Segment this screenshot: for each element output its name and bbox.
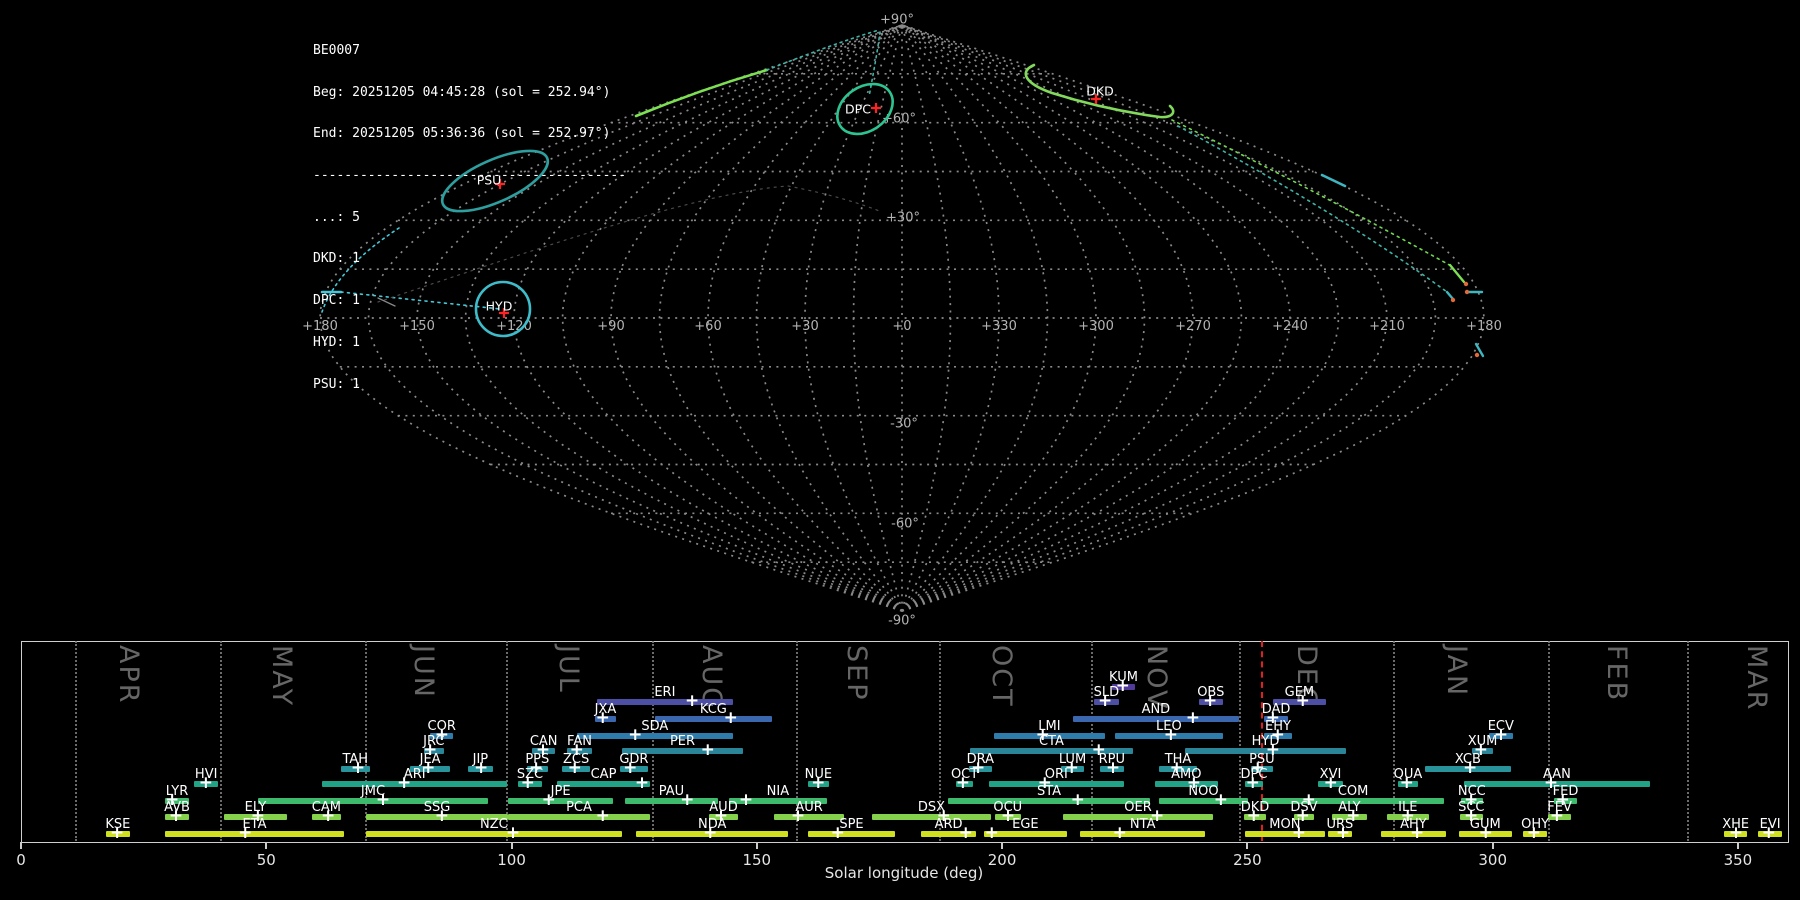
peak-marker: +	[830, 823, 845, 844]
peak-marker: +	[1526, 823, 1542, 844]
axis-tick	[1491, 842, 1494, 849]
axis-tick	[1001, 842, 1004, 849]
shower-label: COM	[1337, 784, 1369, 799]
month-label: JUL	[552, 645, 584, 694]
peak-marker: +	[811, 773, 826, 794]
timeline-plot: APR MAY JUN JUL AUG SEP OCT NOV DEC JAN FEB MAR KUM +…	[0, 0, 1800, 900]
axis-tick-label: 50	[256, 851, 276, 869]
axis-tick-label: 350	[1723, 851, 1753, 869]
shower-label: CTA	[1038, 734, 1064, 749]
peak-marker: +	[1291, 823, 1307, 844]
peak-marker: +	[168, 806, 184, 827]
month-boundary-line	[75, 641, 77, 841]
shower-label: AUR	[795, 800, 823, 815]
month-label: JUN	[407, 645, 439, 699]
peak-marker: +	[628, 725, 643, 746]
peak-marker: +	[1112, 823, 1127, 844]
month-label: APR	[112, 645, 144, 705]
peak-marker: +	[109, 823, 125, 844]
peak-marker: +	[984, 823, 999, 844]
shower-label: ARI	[403, 767, 426, 782]
month-boundary-line	[506, 641, 509, 841]
peak-marker: +	[703, 823, 718, 844]
shower-label: ORI	[1044, 767, 1068, 782]
axis-tick	[20, 842, 22, 849]
axis-tick-label: 250	[1233, 851, 1262, 869]
peak-marker: +	[595, 708, 610, 729]
peak-marker: +	[790, 806, 806, 827]
peak-marker: +	[1409, 823, 1425, 844]
peak-marker: +	[375, 790, 391, 811]
peak-marker: +	[1097, 691, 1113, 712]
peak-marker: +	[595, 806, 610, 827]
month-boundary-line	[364, 641, 367, 841]
radiant-map-app: +180 +150 +120 +90 +60 +30 +0 +330 +300 +270 +240 +…	[0, 0, 1800, 900]
shower-label: JPE	[550, 784, 571, 799]
x-axis-title: Solar longitude (deg)	[824, 864, 984, 882]
shower-label: EGE	[1012, 817, 1039, 832]
peak-marker: +	[434, 806, 450, 827]
axis-tick	[510, 842, 513, 849]
axis-tick-label: 300	[1478, 851, 1507, 869]
peak-marker: +	[958, 823, 973, 844]
month-label: FEB	[1600, 645, 1632, 703]
shower-label: DSX	[917, 800, 946, 815]
peak-marker: +	[700, 740, 715, 761]
shower-label: CAP	[590, 767, 617, 782]
month-label: MAY	[266, 645, 297, 708]
shower-label: ETA	[242, 817, 267, 832]
month-label: SEP	[840, 645, 872, 702]
axis-tick-label: 100	[497, 851, 526, 869]
peak-marker: +	[473, 758, 489, 779]
peak-marker: +	[1761, 823, 1776, 844]
peak-marker: +	[238, 823, 253, 844]
axis-tick	[1736, 842, 1739, 849]
peak-marker: +	[955, 773, 971, 794]
axis-tick	[1246, 842, 1249, 849]
axis-tick-label: 0	[16, 851, 26, 869]
peak-marker: +	[680, 790, 695, 811]
peak-marker: +	[1202, 691, 1218, 712]
shower-label: AND	[1141, 702, 1171, 717]
peak-marker: +	[1070, 790, 1085, 811]
peak-marker: +	[1163, 725, 1179, 746]
peak-marker: +	[1478, 823, 1493, 844]
month-label: OCT	[986, 645, 1018, 708]
shower-label: NIA	[766, 784, 790, 799]
peak-marker: +	[1335, 823, 1351, 844]
peak-marker: +	[350, 758, 366, 779]
peak-marker: +	[320, 806, 336, 827]
peak-marker: +	[1245, 773, 1260, 794]
month-boundary-line	[1687, 641, 1690, 841]
peak-marker: +	[1462, 758, 1478, 779]
axis-tick	[265, 842, 268, 849]
month-label: MAR	[1741, 645, 1773, 712]
shower-label: JMC	[360, 784, 386, 799]
month-boundary-line	[220, 641, 223, 841]
axis-tick	[755, 842, 758, 849]
month-label: JAN	[1440, 645, 1472, 698]
peak-marker: +	[505, 823, 521, 844]
peak-marker: +	[723, 708, 738, 729]
peak-marker: +	[1105, 758, 1121, 779]
peak-marker: +	[1399, 773, 1414, 794]
